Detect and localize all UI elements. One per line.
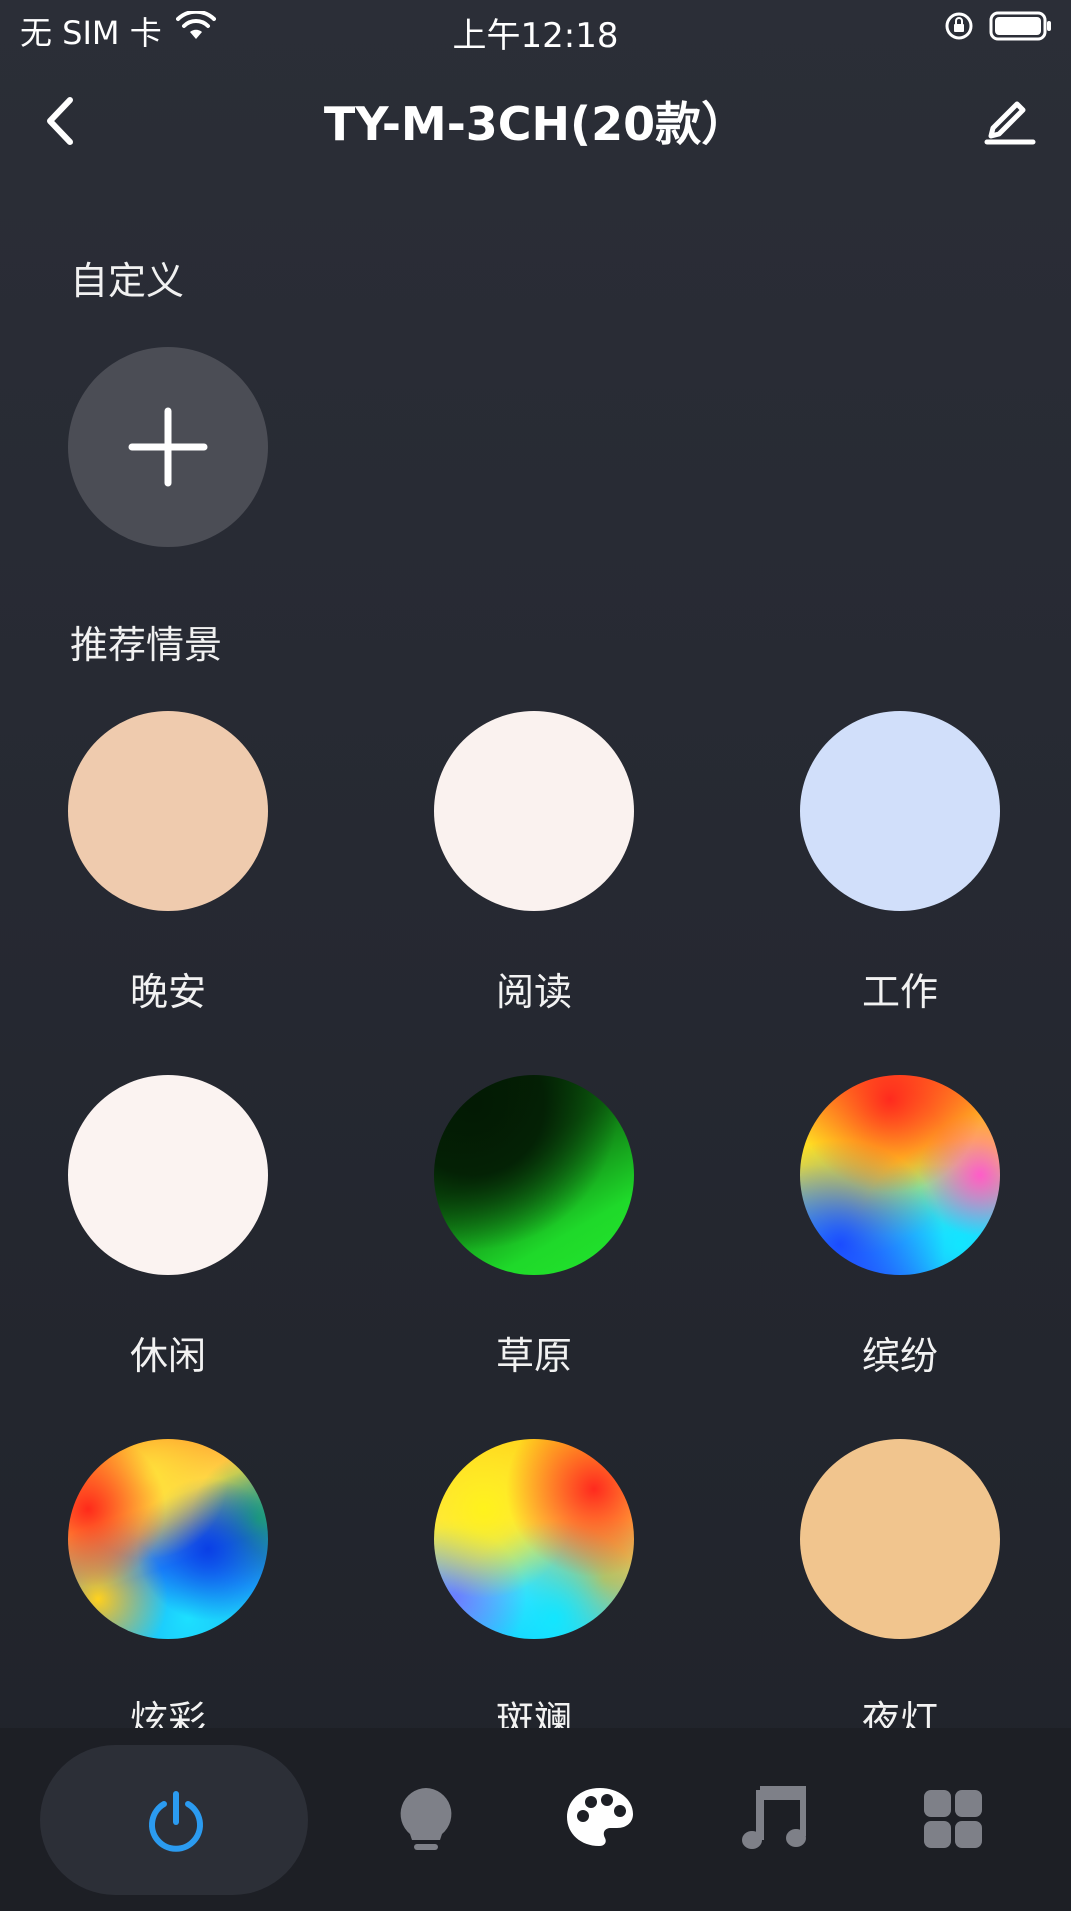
scene-swatch [434,1439,634,1639]
tab-light[interactable] [396,1786,456,1860]
music-icon [742,1786,808,1849]
recommended-section-title: 推荐情景 [70,623,223,667]
scene-label: 阅读 [495,970,572,1014]
bulb-icon [400,1788,452,1850]
scene-label: 缤纷 [861,1334,938,1378]
scene-colorful[interactable]: 缤纷 [800,1075,1000,1378]
battery-icon [989,10,1053,46]
scene-swatch [434,1075,634,1275]
scene-reading[interactable]: 阅读 [434,711,634,1014]
status-right [943,10,1053,46]
add-scene-button[interactable] [68,347,268,547]
tab-scene[interactable] [565,1786,635,1852]
scene-dazzle[interactable]: 炫彩 [68,1439,268,1742]
custom-section-title: 自定义 [70,259,185,303]
tab-music[interactable] [742,1786,808,1856]
tab-power[interactable] [40,1745,308,1895]
status-time: 上午12:18 [452,16,619,56]
scene-mottled[interactable]: 斑斓 [434,1439,634,1742]
scene-leisure[interactable]: 休闲 [68,1075,268,1378]
page-title: TY-M-3CH(20款） [323,97,748,151]
power-icon [149,1791,203,1852]
scene-swatch [434,711,634,911]
scene-swatch [800,1439,1000,1639]
scene-swatch [68,711,268,911]
grid-icon [924,1790,982,1848]
tab-more[interactable] [922,1788,984,1854]
scene-goodnight[interactable]: 晚安 [68,711,268,1014]
scene-swatch [68,1439,268,1639]
scene-label: 休闲 [129,1334,206,1378]
scene-label: 草原 [495,1334,572,1378]
nav-bar: TY-M-3CH(20款） [0,80,1071,160]
scene-label: 晚安 [129,970,206,1014]
scene-swatch [800,1075,1000,1275]
scene-swatch [800,711,1000,911]
scene-nightlight[interactable]: 夜灯 [800,1439,1000,1742]
edit-button[interactable] [981,90,1037,146]
scene-label: 工作 [861,970,938,1014]
rotation-lock-icon [943,10,975,46]
pencil-icon [984,101,1036,145]
plus-icon [128,407,208,487]
bottom-tab-bar [0,1728,1071,1911]
status-bar: 无 SIM 卡 上午12:18 [0,0,1071,60]
palette-icon [567,1788,633,1846]
scene-swatch [68,1075,268,1275]
scene-grassland[interactable]: 草原 [434,1075,634,1378]
scene-work[interactable]: 工作 [800,711,1000,1014]
